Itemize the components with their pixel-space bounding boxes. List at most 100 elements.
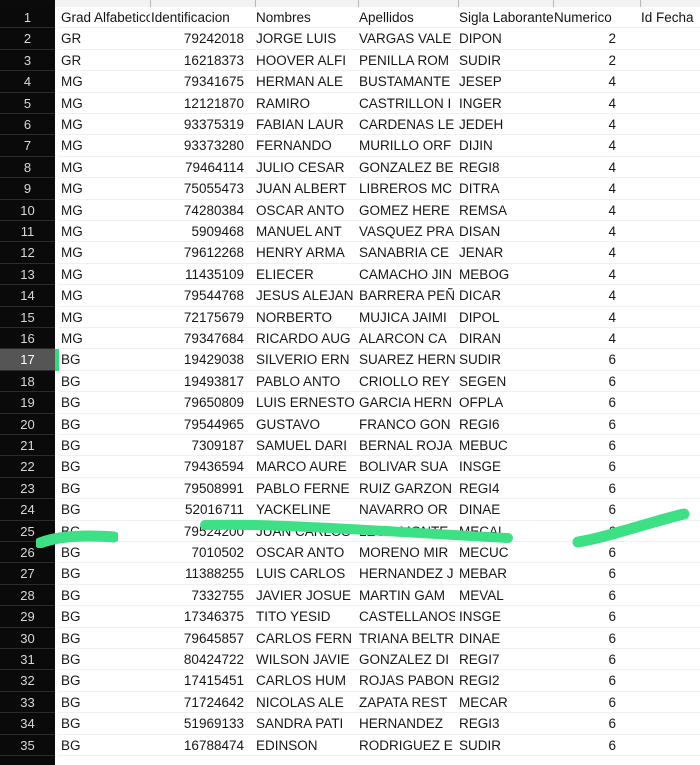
cell-idfec[interactable]	[640, 71, 700, 92]
header-cell-apell[interactable]: Apellidos	[358, 7, 455, 28]
cell-apell[interactable]: CASTELLANOS	[358, 606, 455, 627]
cell-nomb[interactable]: FERNANDO	[255, 135, 355, 156]
cell-grad[interactable]: BG	[58, 628, 150, 649]
cell-numer[interactable]: 6	[553, 478, 625, 499]
cell-numer[interactable]: 6	[553, 542, 625, 563]
cell-idfec[interactable]	[640, 221, 700, 242]
row-number-11[interactable]: 11	[0, 221, 55, 243]
cell-apell[interactable]: ZAPATA REST	[358, 692, 455, 713]
table-row[interactable]: BG 79650809 LUIS ERNESTO GARCIA HERN OFPLA 6	[58, 392, 700, 414]
cell-idfec[interactable]	[640, 285, 700, 306]
cell-idfec[interactable]	[640, 264, 700, 285]
cell-numer[interactable]: 6	[553, 349, 625, 370]
cell-nomb[interactable]: MANUEL ANT	[255, 221, 355, 242]
cell-nomb[interactable]: YACKELINE	[255, 499, 355, 520]
cell-sigla[interactable]: JENAR	[458, 242, 553, 263]
cell-ident[interactable]: 19493817	[150, 371, 250, 392]
cell-ident[interactable]: 79544965	[150, 414, 250, 435]
cell-nomb[interactable]: PABLO FERNE	[255, 478, 355, 499]
cell-grad[interactable]: MG	[58, 114, 150, 135]
cell-nomb[interactable]: HOOVER ALFI	[255, 50, 355, 71]
row-number-26[interactable]: 26	[0, 542, 55, 564]
cell-ident[interactable]: 19429038	[150, 349, 250, 370]
row-number-25[interactable]: 25	[0, 521, 55, 542]
table-row[interactable]: BG 7309187 SAMUEL DARI BERNAL ROJA MEBUC 6	[58, 435, 700, 457]
table-row[interactable]: MG 72175679 NORBERTO MUJICA JAIMI DIPOL 4	[58, 307, 700, 328]
cell-sigla[interactable]: JESEP	[458, 71, 553, 92]
cell-ident[interactable]: 72175679	[150, 307, 250, 328]
cell-grad[interactable]: MG	[58, 157, 150, 178]
cell-idfec[interactable]	[640, 93, 700, 114]
row-number-7[interactable]: 7	[0, 135, 55, 157]
cell-ident[interactable]: 80424722	[150, 649, 250, 670]
cell-numer[interactable]: 4	[553, 221, 625, 242]
cell-grad[interactable]: MG	[58, 307, 150, 328]
cell-sigla[interactable]: DITRA	[458, 178, 553, 199]
cell-nomb[interactable]: WILSON JAVIE	[255, 649, 355, 670]
cell-sigla[interactable]: REGI8	[458, 157, 553, 178]
cell-nomb[interactable]: SANDRA PATI	[255, 713, 355, 734]
cell-sigla[interactable]: MEBUC	[458, 435, 553, 456]
table-row[interactable]: MG 79544768 JESUS ALEJAN BARRERA PEÑ DICAR 4	[58, 285, 700, 307]
cell-idfec[interactable]	[640, 392, 700, 413]
cell-apell[interactable]: GONZALEZ BE	[358, 157, 455, 178]
row-number-34[interactable]: 34	[0, 713, 55, 735]
cell-numer[interactable]: 6	[553, 456, 625, 477]
row-number-8[interactable]: 8	[0, 157, 55, 179]
cell-apell[interactable]: BARRERA PEÑ	[358, 285, 455, 306]
cell-ident[interactable]: 79242018	[150, 28, 250, 49]
row-number-28[interactable]: 28	[0, 585, 55, 607]
cell-grad[interactable]: BG	[58, 735, 150, 756]
cell-sigla[interactable]: SUDIR	[458, 735, 553, 756]
row-number-12[interactable]: 12	[0, 242, 55, 264]
column-divider-tick[interactable]	[458, 0, 459, 7]
cell-ident[interactable]: 79508991	[150, 478, 250, 499]
cell-numer[interactable]: 6	[553, 521, 625, 542]
cell-numer[interactable]: 6	[553, 371, 625, 392]
cell-idfec[interactable]	[640, 371, 700, 392]
cell-sigla[interactable]: REGI4	[458, 478, 553, 499]
table-row[interactable]: BG 79544965 GUSTAVO FRANCO GON REGI6 6	[58, 414, 700, 435]
cell-apell[interactable]: BERNAL ROJA	[358, 435, 455, 456]
cell-grad[interactable]: BG	[58, 349, 150, 370]
table-row[interactable]: BG 7332755 JAVIER JOSUE MARTIN GAM MEVAL 6	[58, 585, 700, 607]
row-number-3[interactable]: 3	[0, 50, 55, 72]
cell-ident[interactable]: 11435109	[150, 264, 250, 285]
cell-nomb[interactable]: RAMIRO	[255, 93, 355, 114]
cell-idfec[interactable]	[640, 692, 700, 713]
column-divider-tick[interactable]	[640, 0, 641, 7]
cell-ident[interactable]: 79612268	[150, 242, 250, 263]
cell-nomb[interactable]: JAVIER JOSUE	[255, 585, 355, 606]
table-row[interactable]: BG 52016711 YACKELINE NAVARRO OR DINAE 6	[58, 499, 700, 521]
table-row[interactable]: MG 5909468 MANUEL ANT VASQUEZ PRA DISAN 4	[58, 221, 700, 243]
cell-grad[interactable]: BG	[58, 606, 150, 627]
cell-nomb[interactable]: NORBERTO	[255, 307, 355, 328]
cell-numer[interactable]: 4	[553, 71, 625, 92]
cell-grad[interactable]: BG	[58, 371, 150, 392]
cell-grad[interactable]: BG	[58, 478, 150, 499]
cell-sigla[interactable]: INSGE	[458, 456, 553, 477]
cell-nomb[interactable]: NICOLAS ALE	[255, 692, 355, 713]
row-number-13[interactable]: 13	[0, 264, 55, 286]
row-number-16[interactable]: 16	[0, 328, 55, 350]
cell-sigla[interactable]: SEGEN	[458, 371, 553, 392]
cell-nomb[interactable]: MARCO AURE	[255, 456, 355, 477]
cell-sigla[interactable]: DISAN	[458, 221, 553, 242]
cell-ident[interactable]: 79436594	[150, 456, 250, 477]
cell-ident[interactable]: 79650809	[150, 392, 250, 413]
cell-idfec[interactable]	[640, 585, 700, 606]
cell-grad[interactable]: BG	[58, 499, 150, 520]
table-row[interactable]: GR 16218373 HOOVER ALFI PENILLA ROM SUDIR 2	[58, 50, 700, 72]
cell-numer[interactable]: 6	[553, 649, 625, 670]
cell-nomb[interactable]: ELIECER	[255, 264, 355, 285]
cell-apell[interactable]: CASTRILLON I	[358, 93, 455, 114]
cell-ident[interactable]: 16218373	[150, 50, 250, 71]
cell-sigla[interactable]: DICAR	[458, 285, 553, 306]
cell-nomb[interactable]: CARLOS HUM	[255, 670, 355, 691]
cell-ident[interactable]: 11388255	[150, 563, 250, 584]
table-row[interactable]: MG 79612268 HENRY ARMA SANABRIA CE JENAR 4	[58, 242, 700, 264]
cell-ident[interactable]: 51969133	[150, 713, 250, 734]
cell-apell[interactable]: FRANCO GON	[358, 414, 455, 435]
cell-grad[interactable]: MG	[58, 135, 150, 156]
cell-grad[interactable]: BG	[58, 563, 150, 584]
